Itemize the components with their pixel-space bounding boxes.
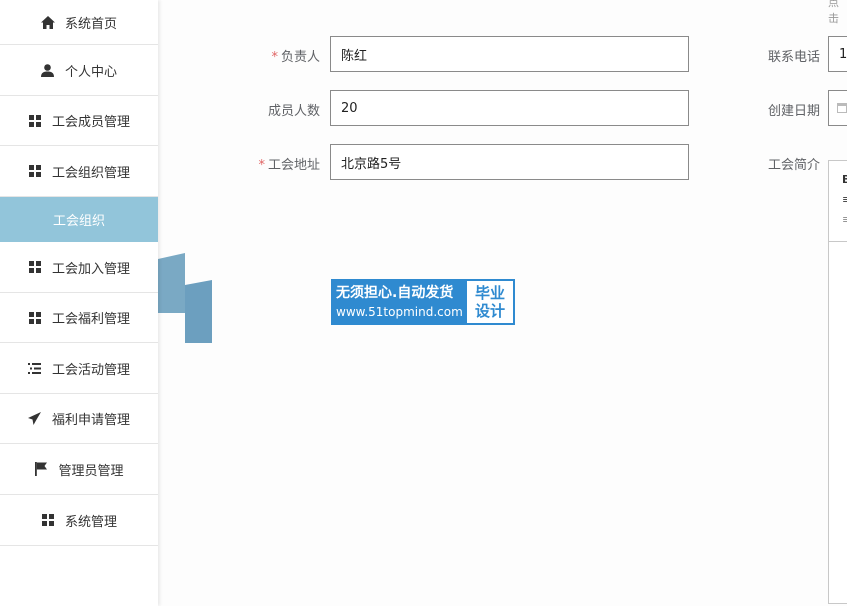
sidebar-item-home[interactable]: 系统首页 (0, 0, 158, 45)
sidebar-item-label: 工会组织管理 (51, 165, 130, 181)
sidebar-item-label: 工会加入管理 (51, 261, 130, 277)
sidebar-item-label: 工会成员管理 (51, 115, 130, 130)
grid-icon (41, 513, 55, 527)
phone-label: 联系电话 (767, 50, 820, 65)
editor-toolbar-icon[interactable]: ≡ (842, 213, 847, 226)
grid-icon (28, 164, 42, 178)
editor-divider (829, 241, 847, 242)
address-input[interactable]: 北京路5号 (330, 144, 689, 180)
editor-toolbar-icon[interactable]: ≡ (842, 193, 847, 206)
list-icon (28, 361, 42, 375)
sidebar-item-label: 福利申请管理 (51, 413, 130, 428)
leader-label: * 负责人 (271, 50, 320, 65)
grid-icon (28, 114, 42, 128)
sidebar-item-label: 工会组织 (52, 214, 105, 229)
sidebar: 系统首页 个人中心 工会成员管理 工会组织管理 工会组织 工会加入管理 工会福利… (0, 0, 158, 606)
sidebar-item-label: 管理员管理 (58, 463, 124, 479)
sidebar-item-label: 个人中心 (64, 64, 117, 80)
address-label: * 工会地址 (258, 158, 320, 173)
sidebar-item-welfare-apply[interactable]: 福利申请管理 (0, 394, 158, 444)
editor-toolbar-icon[interactable]: B (842, 173, 847, 186)
user-icon (41, 63, 55, 77)
watermark: 无须担心.自动发货 www.51topmind.com 毕业 设计 (331, 279, 515, 325)
sidebar-item-label: 系统首页 (64, 16, 117, 32)
sidebar-item-admin[interactable]: 管理员管理 (0, 444, 158, 495)
sidebar-item-org-management[interactable]: 工会组织管理 (0, 146, 158, 197)
watermark-right-bottom: 设计 (474, 302, 505, 320)
required-mark: * (271, 50, 278, 65)
watermark-url: www.51topmind.com (336, 305, 463, 319)
created-date-input[interactable] (828, 90, 847, 126)
sidebar-item-label: 系统管理 (64, 514, 117, 530)
member-count-input[interactable]: 20 (330, 90, 689, 126)
sidebar-subitem-org[interactable]: 工会组织 (0, 197, 158, 242)
sidebar-item-label: 工会活动管理 (51, 362, 130, 378)
phone-input[interactable]: 1 (828, 36, 847, 72)
sidebar-item-members[interactable]: 工会成员管理 (0, 96, 158, 146)
flag-icon (34, 462, 48, 476)
watermark-right-top: 毕业 (474, 284, 505, 302)
sidebar-item-join[interactable]: 工会加入管理 (0, 242, 158, 293)
leader-input[interactable]: 陈红 (330, 36, 689, 72)
sidebar-item-system[interactable]: 系统管理 (0, 495, 158, 546)
calendar-icon (837, 103, 847, 113)
sidebar-item-profile[interactable]: 个人中心 (0, 45, 158, 96)
grid-icon (28, 260, 42, 274)
intro-editor[interactable]: B ≡ ≡ (828, 160, 847, 604)
grid-icon (28, 311, 42, 325)
home-icon (40, 15, 55, 29)
sidebar-item-label: 工会福利管理 (51, 312, 130, 327)
sidebar-item-activity[interactable]: 工会活动管理 (0, 343, 158, 394)
sidebar-item-welfare[interactable]: 工会福利管理 (0, 293, 158, 343)
decorative-shape (185, 280, 212, 343)
intro-label: 工会简介 (767, 158, 820, 173)
member-count-label: 成员人数 (267, 104, 320, 119)
send-icon (28, 412, 42, 426)
created-date-label: 创建日期 (767, 104, 820, 119)
required-mark: * (258, 158, 265, 173)
corner-link[interactable]: 点击 (828, 0, 847, 26)
decorative-shape (158, 253, 185, 313)
watermark-line1: 无须担心.自动发货 (336, 285, 454, 301)
